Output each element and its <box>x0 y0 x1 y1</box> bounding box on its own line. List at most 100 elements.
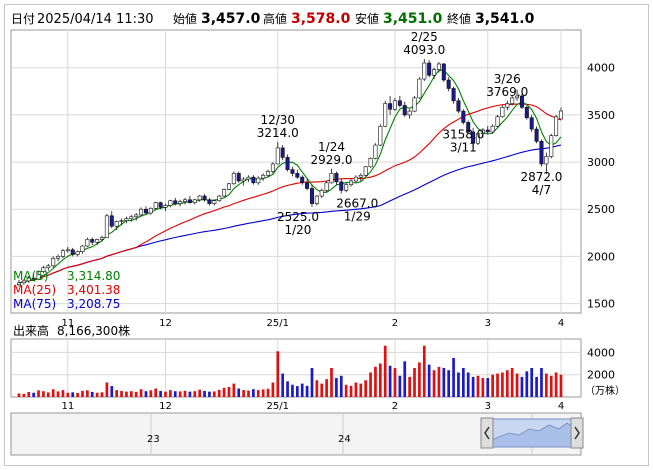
candle-body <box>270 163 275 172</box>
annotation-value: 4093.0 <box>403 43 445 57</box>
candle-body <box>383 103 388 127</box>
volume-bar <box>325 379 328 397</box>
annotation-date: 2/25 <box>411 30 438 44</box>
candle-body <box>275 147 280 165</box>
candle <box>529 114 534 132</box>
volume-bar <box>408 376 411 397</box>
volume-bar <box>383 345 387 397</box>
candle-body <box>339 181 344 191</box>
volume-bar <box>86 390 89 397</box>
candle-body <box>56 256 61 259</box>
candle-body <box>417 78 422 99</box>
candle-body <box>349 180 354 186</box>
volume-bar <box>452 357 455 397</box>
volume-bar <box>66 392 70 397</box>
candle <box>534 126 539 144</box>
candle <box>324 180 329 193</box>
candle-body <box>187 199 192 203</box>
candle-body <box>451 88 456 102</box>
legend-ma75-value: 3,208.75 <box>67 297 120 311</box>
volume-bar <box>364 380 368 397</box>
volume-bar <box>344 384 348 397</box>
volume-bar <box>457 372 460 397</box>
range-navigator[interactable]: 23 24 25 <box>10 412 584 456</box>
candle-body <box>178 201 183 204</box>
volume-bar <box>554 372 558 397</box>
volume-bar <box>461 368 465 397</box>
candle-body <box>344 184 349 191</box>
volume-x-tick-label: 2 <box>392 401 398 412</box>
candle-body <box>163 205 168 208</box>
annotation-value: 2667.0 <box>336 196 378 210</box>
ma-legend: MA(5) 3,314.80 MA(25) 3,401.38 MA(75) 3,… <box>13 269 120 311</box>
open-label: 始値 <box>173 11 197 26</box>
volume-bar <box>27 391 31 397</box>
candle-body <box>212 200 217 204</box>
candle-body <box>192 199 197 203</box>
volume-bar <box>310 368 314 397</box>
legend-ma25-label: MA(25) <box>13 283 56 297</box>
close-label: 終値 <box>447 11 471 26</box>
price-y-tick-label: 1500 <box>587 298 615 311</box>
annotation-value: 3158.0 <box>442 127 484 141</box>
candle-body <box>226 183 231 190</box>
candle <box>363 165 368 177</box>
volume-bar <box>466 372 470 397</box>
price-y-axis: 1500 2000 2500 3000 3500 4000 <box>587 62 615 311</box>
volume-bar <box>476 375 480 397</box>
candle <box>217 195 222 202</box>
candle-body <box>236 173 241 182</box>
price-panel: 1500 2000 2500 3000 3500 4000 12/303214.0 1/24… <box>10 29 615 314</box>
price-y-tick-label: 3500 <box>587 109 615 122</box>
price-y-tick-label: 2500 <box>587 203 615 216</box>
candle <box>554 114 559 137</box>
volume-bar <box>339 375 343 397</box>
candle-body <box>412 97 417 112</box>
candle-body <box>544 156 549 165</box>
candle <box>549 133 554 159</box>
candle-body <box>539 141 544 165</box>
volume-bar <box>291 384 294 397</box>
candle-body <box>60 250 65 257</box>
candle <box>427 60 432 78</box>
candle <box>236 171 241 183</box>
legend-ma25-value: 3,401.38 <box>67 283 120 297</box>
candle-body <box>290 169 295 174</box>
navigator-right-handle[interactable] <box>570 417 584 449</box>
candle-body <box>500 107 505 118</box>
volume-bar <box>295 386 299 397</box>
price-y-tick-label: 4000 <box>587 62 615 75</box>
candle <box>417 77 422 99</box>
volume-value: 8,166,300株 <box>57 323 130 338</box>
volume-bar <box>203 390 206 397</box>
annotation-date: 4/7 <box>532 183 551 197</box>
volume-bar <box>100 392 104 397</box>
volume-panel: 2000 4000 出来高 8,166,300株 （万株） <box>10 323 625 398</box>
volume-y-axis: 2000 4000 <box>587 346 615 381</box>
volume-bar <box>115 390 119 397</box>
volume-bar <box>134 391 138 397</box>
candle-body <box>319 190 324 197</box>
volume-bar <box>525 371 529 397</box>
candle <box>378 124 383 147</box>
close-value: 3,541.0 <box>475 11 535 27</box>
candle-body <box>75 251 80 255</box>
volume-bar <box>520 376 524 397</box>
candle-body <box>158 202 163 208</box>
volume-bar <box>305 385 309 397</box>
volume-bar <box>442 368 446 397</box>
candle <box>51 256 56 268</box>
volume-bar <box>173 391 177 397</box>
candle <box>285 154 290 172</box>
candle <box>368 157 373 168</box>
high-label: 高値 <box>263 11 287 26</box>
volume-bar <box>90 391 94 397</box>
volume-bar <box>559 374 563 397</box>
stock-chart: 日付 2025/04/14 11:30 始値 3,457.0 高値 3,578.… <box>10 11 625 456</box>
candle-body <box>148 207 153 214</box>
navigator-left-handle[interactable] <box>480 417 494 449</box>
candle-body <box>280 147 285 158</box>
navigator-label-23: 23 <box>147 434 160 445</box>
candle <box>231 171 236 185</box>
volume-bar <box>437 366 441 397</box>
